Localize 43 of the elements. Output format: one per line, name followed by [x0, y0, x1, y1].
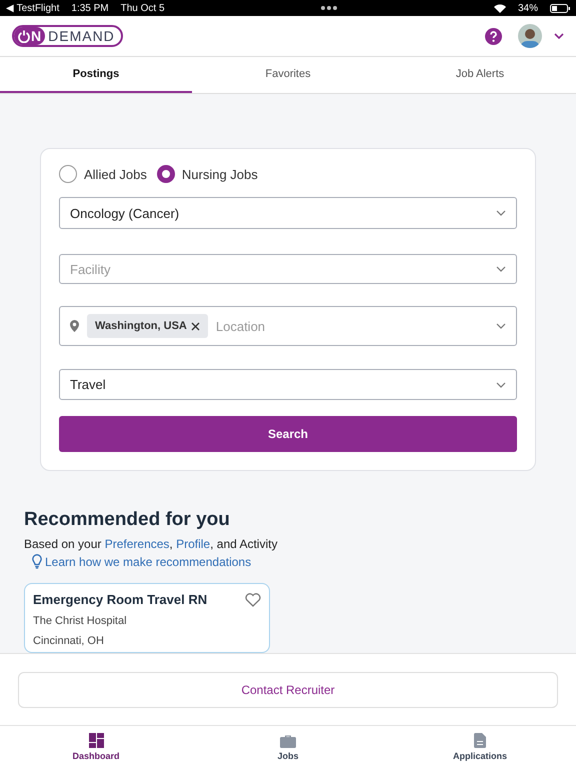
status-date: Thu Oct 5	[120, 2, 165, 14]
close-icon[interactable]	[190, 322, 200, 330]
radio-button[interactable]	[59, 165, 77, 183]
inline-link[interactable]: Profile	[176, 537, 210, 551]
learn-more-link[interactable]: Learn how we make recommendations	[32, 554, 252, 569]
search-button[interactable]: Search	[59, 416, 517, 452]
logo-word: DEMAND	[47, 28, 116, 44]
job-card[interactable]: Emergency Room Travel RN The Christ Hospital Cincinnati, OH	[24, 583, 270, 653]
location-field[interactable]: Washington, USA Location	[59, 306, 517, 346]
job-location: Cincinnati, OH	[33, 635, 105, 647]
map-pin-icon	[70, 320, 79, 332]
inline-link[interactable]: Preferences	[104, 537, 170, 551]
more-dots-icon	[321, 6, 338, 10]
status-time: 1:35 PM	[71, 2, 109, 14]
dashboard-icon	[88, 733, 104, 748]
wifi-icon	[494, 4, 506, 12]
contact-recruiter-button[interactable]: Contact Recruiter	[18, 672, 558, 708]
radio-button[interactable]	[156, 165, 175, 183]
chevron-down-icon	[496, 323, 506, 329]
job-title: Emergency Room Travel RN	[33, 592, 208, 607]
specialty-dropdown[interactable]: Oncology (Cancer)	[59, 197, 517, 229]
chevron-down-icon[interactable]	[554, 33, 564, 39]
back-to-app-link[interactable]: ◀ TestFlight	[6, 2, 60, 14]
lightbulb-icon	[32, 554, 42, 569]
battery-icon	[550, 4, 570, 12]
briefcase-icon	[280, 734, 296, 748]
recommendation-description: Based on your Preferences, Profile, and Activity	[24, 537, 278, 551]
chevron-down-icon	[496, 266, 506, 272]
job-facility: The Christ Hospital	[33, 615, 128, 627]
power-icon	[18, 30, 30, 42]
section-title: Recommended for you	[24, 509, 231, 531]
document-icon	[474, 733, 486, 748]
avatar[interactable]	[518, 24, 542, 48]
job-type-dropdown[interactable]: Travel	[59, 369, 517, 400]
chevron-down-icon	[496, 210, 506, 216]
radio-label: Allied Jobs	[84, 166, 147, 182]
battery-percent: 34%	[518, 2, 538, 14]
radio-label: Nursing Jobs	[182, 166, 258, 182]
heart-icon[interactable]	[245, 592, 261, 606]
help-icon[interactable]	[485, 28, 502, 44]
logo-letter: N	[31, 28, 42, 44]
chevron-down-icon	[496, 382, 506, 388]
location-chip[interactable]: Washington, USA	[87, 314, 208, 338]
